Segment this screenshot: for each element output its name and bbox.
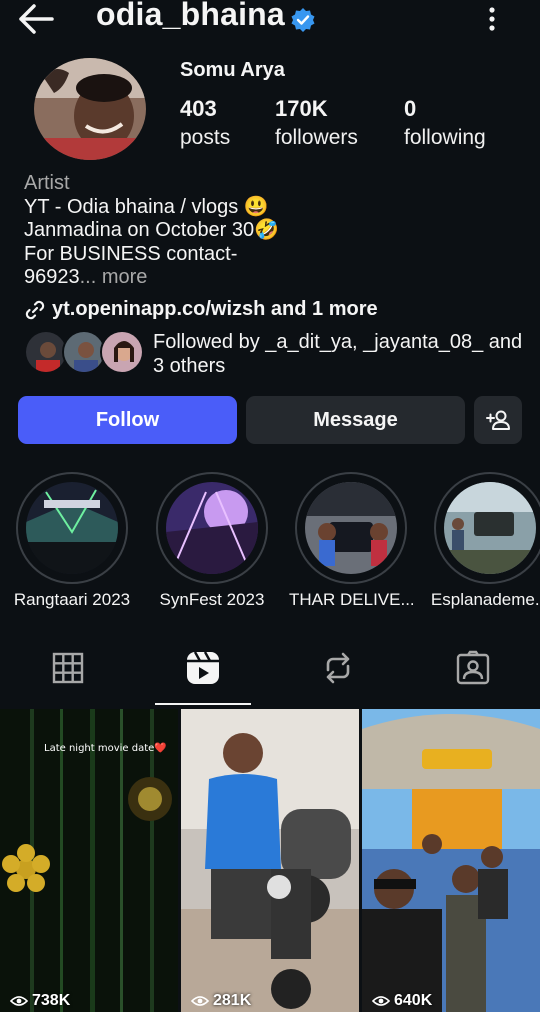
profile-link[interactable]: yt.openinapp.co/wizsh and 1 more xyxy=(24,298,378,321)
stat-value: 0 xyxy=(404,96,417,121)
more-vertical-icon[interactable] xyxy=(480,4,504,34)
eye-icon xyxy=(372,996,390,1006)
highlight-cover xyxy=(305,482,397,574)
highlight-ring xyxy=(156,472,268,584)
reel-views: 281K xyxy=(191,992,251,1010)
stat-value: 403 xyxy=(180,96,217,121)
reel-thumbnail[interactable]: 640K xyxy=(362,709,540,1012)
top-bar: odia_bhaina xyxy=(0,0,540,40)
tagged-icon[interactable] xyxy=(453,648,493,688)
bio-more-link[interactable]: ... more xyxy=(80,266,148,288)
profile-link-text: yt.openinapp.co/wizsh and 1 more xyxy=(52,298,378,320)
follow-button[interactable]: Follow xyxy=(18,396,237,444)
repost-icon[interactable] xyxy=(318,648,358,688)
story-highlight[interactable]: Esplanademe... xyxy=(428,472,540,610)
reel-view-count: 640K xyxy=(394,992,433,1009)
story-highlight[interactable]: THAR DELIVE... xyxy=(289,472,413,610)
reels-icon[interactable] xyxy=(183,648,223,688)
add-user-icon xyxy=(486,410,510,430)
message-button[interactable]: Message xyxy=(246,396,465,444)
grid-icon[interactable] xyxy=(48,648,88,688)
story-highlight[interactable]: SynFest 2023 xyxy=(150,472,274,610)
verified-badge-icon xyxy=(291,8,315,32)
profile-avatar[interactable] xyxy=(34,58,146,160)
stat-label: following xyxy=(404,126,486,149)
bio-line: 96923 xyxy=(24,266,80,288)
profile-category: Artist xyxy=(24,172,70,194)
highlight-label: Esplanademe... xyxy=(430,590,540,609)
highlight-ring xyxy=(434,472,540,584)
highlight-cover xyxy=(444,482,536,574)
link-icon xyxy=(25,300,45,319)
highlight-label: THAR DELIVE... xyxy=(289,590,413,609)
reel-thumbnail[interactable]: Late night movie date❤️ 738K xyxy=(0,709,178,1012)
stat-value: 170K xyxy=(275,96,328,121)
posts-count[interactable]: 403 posts xyxy=(180,96,230,150)
eye-icon xyxy=(191,996,209,1006)
profile-username: odia_bhaina xyxy=(96,0,285,32)
reel-views: 738K xyxy=(10,992,70,1010)
arrow-left-icon[interactable] xyxy=(16,2,56,36)
bio-line: For BUSINESS contact- xyxy=(24,242,238,265)
reel-thumbnail[interactable]: 281K xyxy=(181,709,359,1012)
highlight-label: Rangtaari 2023 xyxy=(13,590,131,609)
reel-caption: Late night movie date❤️ xyxy=(44,743,167,754)
followers-count[interactable]: 170K followers xyxy=(275,96,358,150)
followed-by[interactable]: Followed by _a_dit_ya, _jayanta_08_ and … xyxy=(24,330,524,378)
highlight-ring xyxy=(16,472,128,584)
reel-view-count: 738K xyxy=(32,992,71,1009)
stat-label: posts xyxy=(180,126,231,149)
active-tab-indicator xyxy=(155,703,251,705)
following-count[interactable]: 0 following xyxy=(404,96,486,150)
followed-by-text: Followed by _a_dit_ya, _jayanta_08_ and … xyxy=(153,331,523,377)
highlight-ring xyxy=(295,472,407,584)
profile-bio: Artist YT - Odia bhaina / vlogs 😃 Janmad… xyxy=(24,172,524,290)
reel-views: 640K xyxy=(372,992,432,1010)
bio-line: Janmadina on October 30🤣 xyxy=(24,219,280,241)
highlight-cover xyxy=(26,482,118,574)
highlight-cover xyxy=(166,482,258,574)
add-user-button[interactable] xyxy=(474,396,522,444)
bio-line: YT - Odia bhaina / vlogs 😃 xyxy=(24,195,269,218)
profile-tabs xyxy=(0,640,540,706)
reel-view-count: 281K xyxy=(213,992,252,1009)
stat-label: followers xyxy=(275,126,358,149)
story-highlight[interactable]: Rangtaari 2023 xyxy=(10,472,134,610)
profile-full-name: Somu Arya xyxy=(180,59,285,81)
highlight-label: SynFest 2023 xyxy=(159,590,265,609)
avatar xyxy=(100,330,144,374)
eye-icon xyxy=(10,996,28,1006)
